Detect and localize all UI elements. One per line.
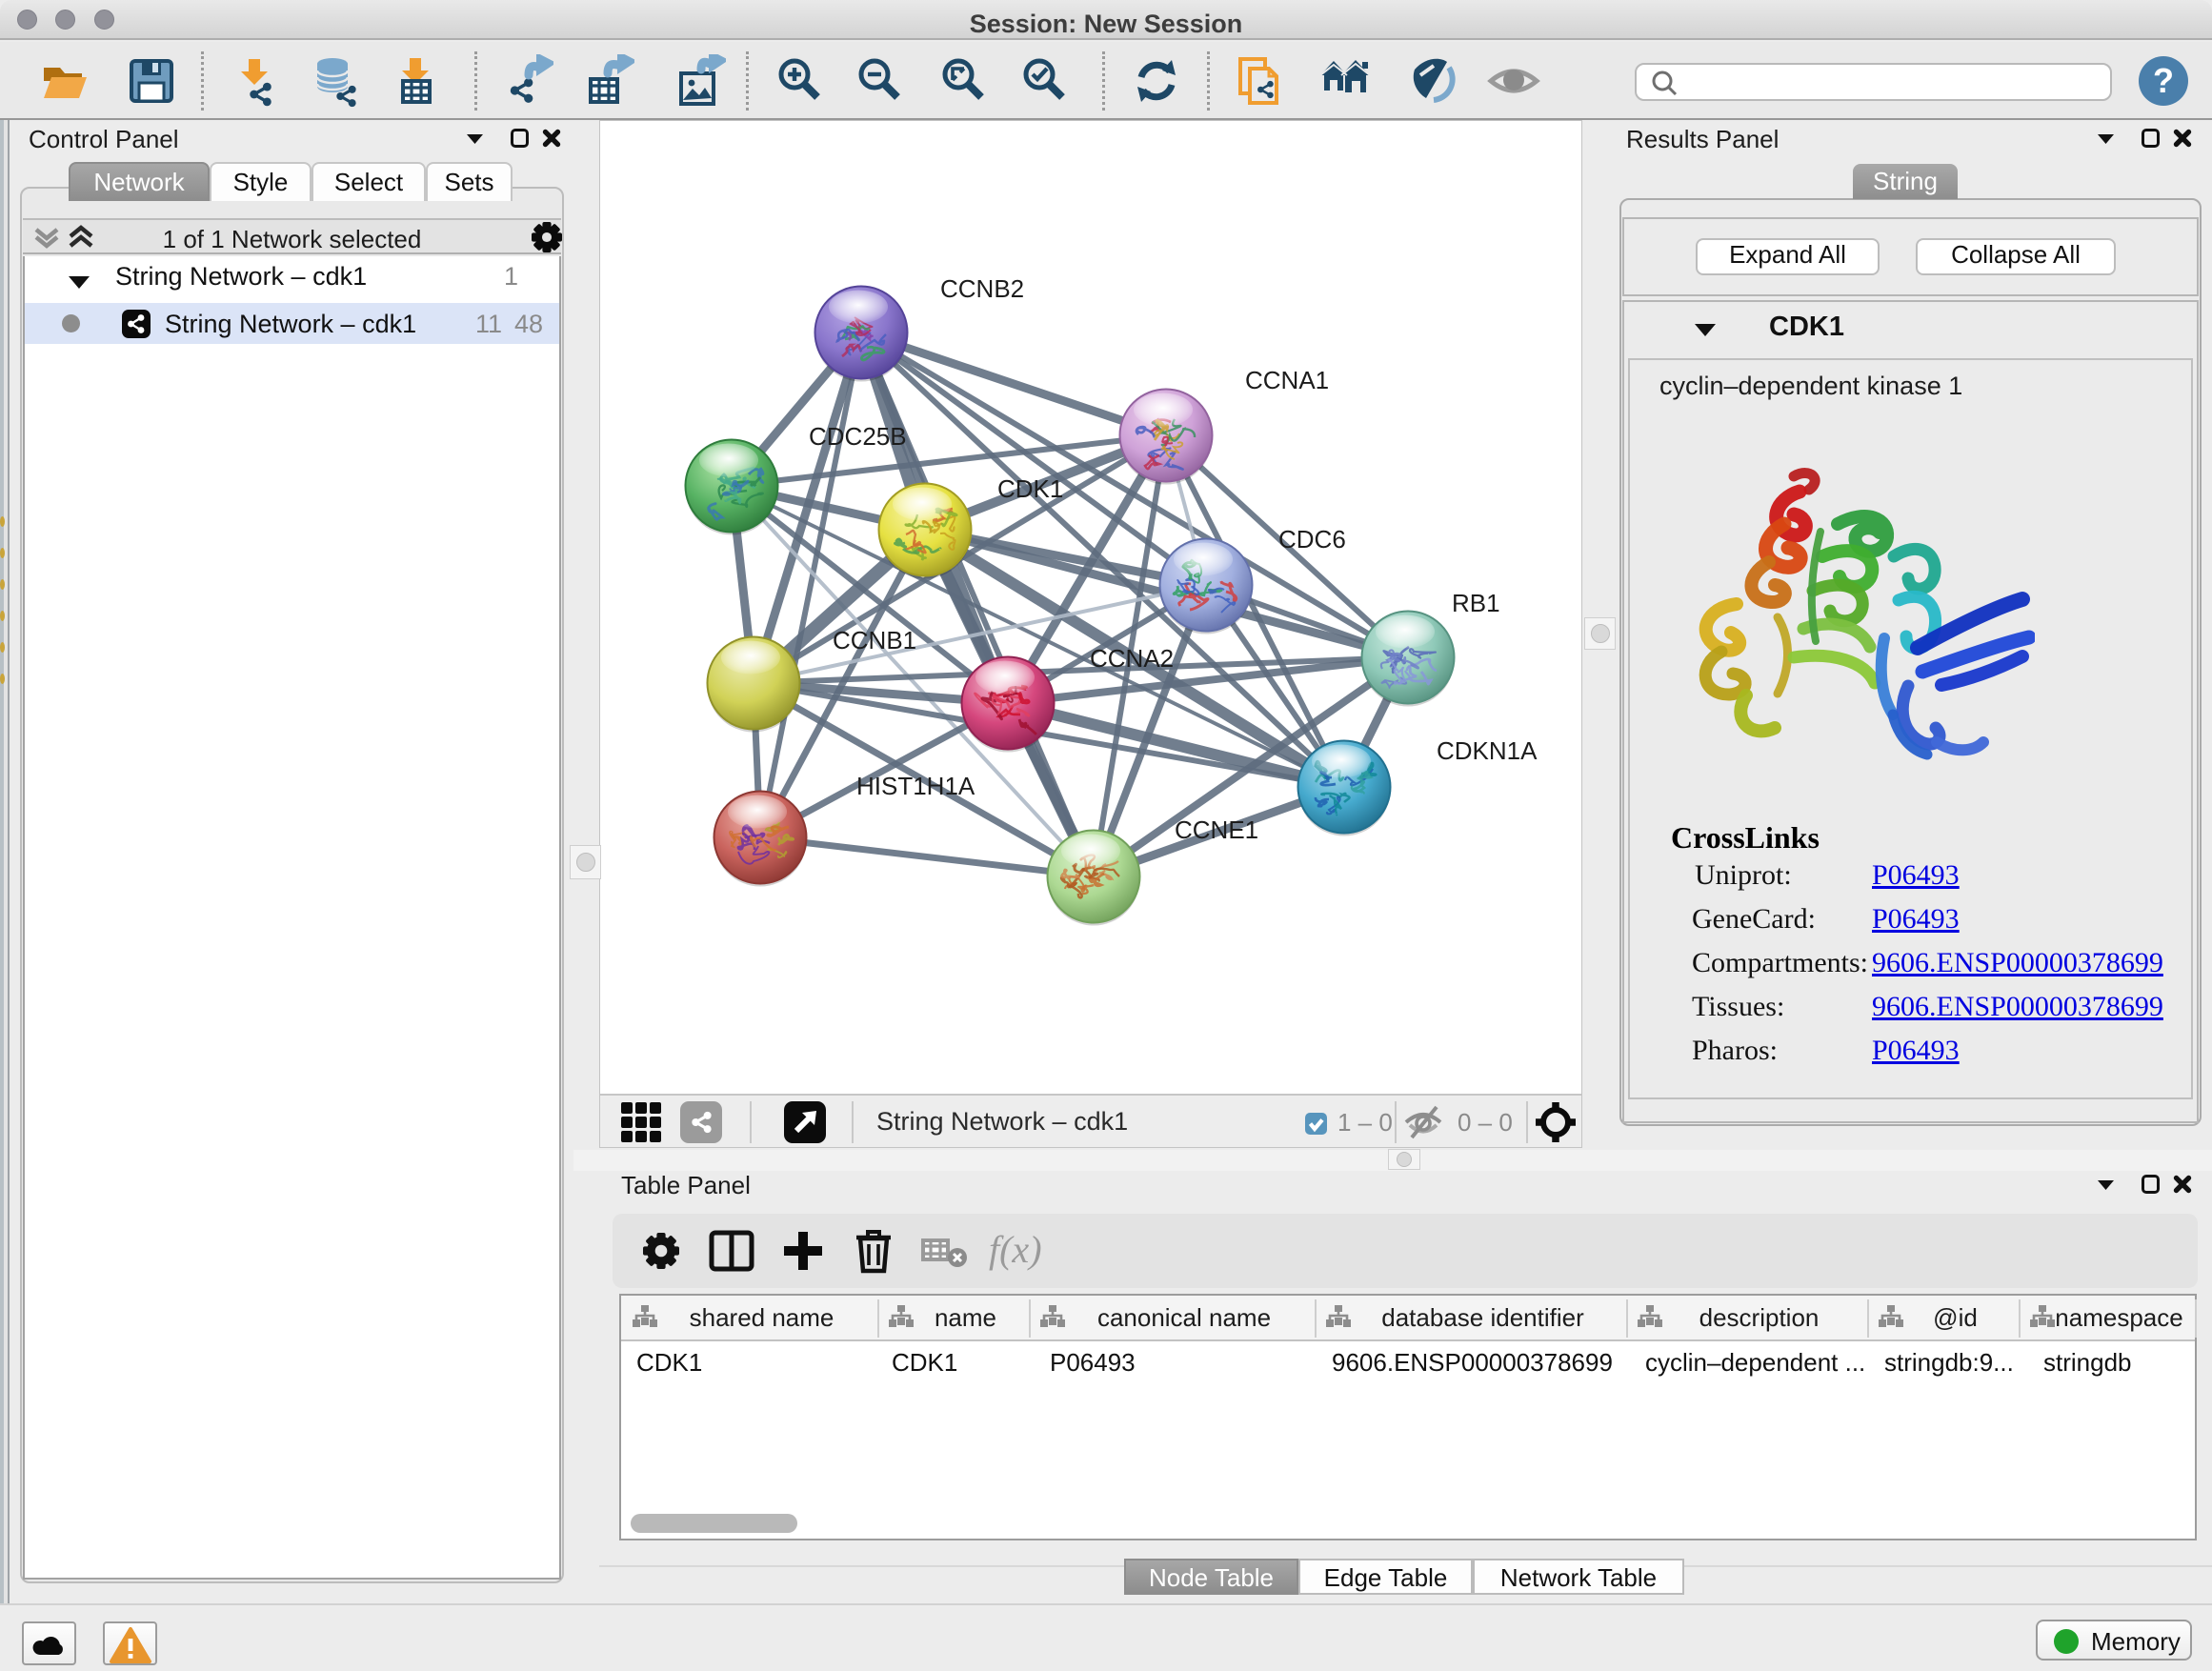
svg-text:CDK1: CDK1 <box>997 474 1063 503</box>
svg-text:CCNE1: CCNE1 <box>1175 815 1258 844</box>
svg-text:CCNB2: CCNB2 <box>940 274 1024 303</box>
svg-text:RB1: RB1 <box>1452 589 1500 617</box>
svg-text:HIST1H1A: HIST1H1A <box>856 772 975 800</box>
svg-text:?: ? <box>2153 61 2174 100</box>
svg-text:CCNA1: CCNA1 <box>1245 366 1329 394</box>
svg-text:CDKN1A: CDKN1A <box>1437 736 1538 765</box>
svg-text:CCNB1: CCNB1 <box>833 626 916 654</box>
svg-text:CDC6: CDC6 <box>1278 525 1346 554</box>
svg-text:CCNA2: CCNA2 <box>1090 644 1174 673</box>
svg-text:CDC25B: CDC25B <box>809 422 907 451</box>
